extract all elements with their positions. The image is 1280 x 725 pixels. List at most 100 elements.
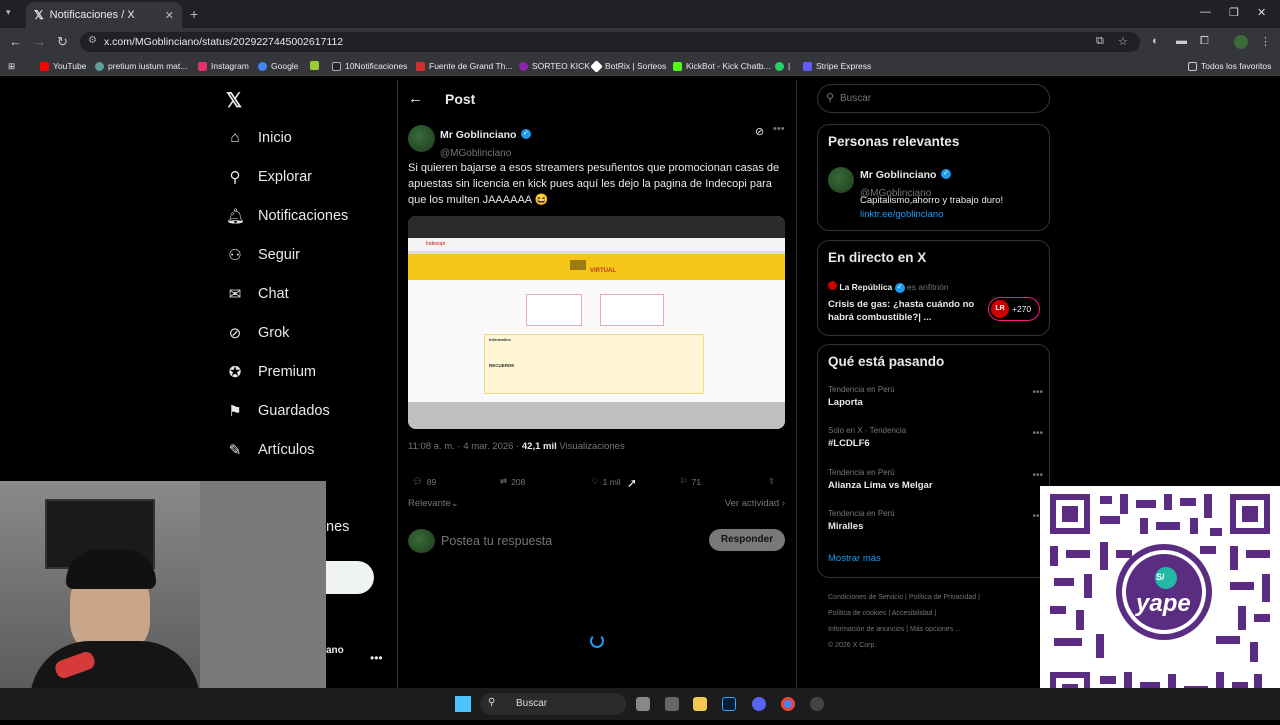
bookmark-instagram[interactable]: Instagram	[198, 61, 249, 71]
all-favorites[interactable]: Todos los favoritos	[1188, 61, 1271, 71]
site-info-icon[interactable]: ⚙	[88, 35, 97, 46]
footer-link[interactable]: Política de cookies	[828, 610, 886, 617]
relevant-avatar[interactable]	[828, 167, 854, 193]
bookmark-botrix[interactable]: BotRix | Sorteos	[590, 59, 666, 73]
repost-button[interactable]: ⇄ 208	[500, 476, 525, 487]
file-explorer-icon[interactable]	[693, 697, 707, 711]
taskbar-search[interactable]: ⚲ Buscar	[480, 693, 626, 715]
bookmark-sorteo-kick[interactable]: SORTEO KICK	[519, 61, 590, 71]
grok-explain-icon[interactable]: ⊘	[755, 125, 764, 138]
back-arrow-icon[interactable]: ←	[408, 90, 423, 107]
reply-submit-button[interactable]: Responder	[709, 529, 785, 551]
tab-list-icon[interactable]: ▾	[6, 7, 11, 18]
chrome-icon[interactable]	[781, 697, 795, 711]
reply-button[interactable]: 💬︎ 89	[412, 476, 436, 487]
extensions-puzzle-icon[interactable]: ⧠	[1200, 35, 1209, 48]
windows-start-icon[interactable]	[455, 696, 471, 712]
close-tab-icon[interactable]: ✕	[165, 9, 174, 22]
sidebar-item-guardados[interactable]: ⚑ Guardados	[226, 402, 329, 420]
restore-icon[interactable]: ❐	[1229, 6, 1239, 19]
apps-icon[interactable]: ⊞	[8, 61, 15, 72]
trend-more-icon[interactable]: •••	[1032, 470, 1043, 481]
share-button[interactable]: ⇪	[768, 476, 775, 487]
star-icon[interactable]: ☆	[1118, 35, 1128, 48]
footer-link[interactable]: Política de Privacidad	[909, 594, 976, 601]
trend-more-icon[interactable]: •••	[1032, 387, 1043, 398]
app2-icon[interactable]	[810, 697, 824, 711]
view-activity-link[interactable]: Ver actividad ›	[725, 498, 785, 509]
bookmark-gta[interactable]: Fuente de Grand Th...	[416, 61, 512, 71]
profile-avatar[interactable]	[1234, 35, 1248, 49]
sidebar-item-premium[interactable]: ✪ Premium	[226, 363, 316, 381]
post-image[interactable]: Indecopi VIRTUAL Informativo RECUERDE	[408, 216, 785, 429]
x-logo-icon[interactable]: 𝕏	[226, 88, 242, 113]
sidebar-item-more-label[interactable]: nes	[326, 519, 349, 535]
relevant-bio: Capitalismo,ahorro y trabajo duro!	[860, 195, 1004, 206]
tab-notificaciones[interactable]: 𝕏 Notificaciones / X ✕	[26, 2, 182, 28]
like-button[interactable]: ♡ 1 mil	[591, 476, 621, 487]
sidebar-item-articulos[interactable]: ✎ Artículos	[226, 441, 315, 459]
forward-icon[interactable]: →	[33, 34, 46, 49]
sidebar-item-chat[interactable]: ✉ Chat	[226, 285, 289, 303]
sort-dropdown[interactable]: Relevante⌄	[408, 498, 459, 509]
minimize-icon[interactable]: —	[1200, 6, 1211, 18]
bookmark-google[interactable]: Google	[258, 61, 298, 71]
address-bar[interactable]: ⚙ x.com/MGoblinciano/status/202922744500…	[80, 32, 1140, 52]
footer-link[interactable]: Información de anuncios	[828, 626, 904, 633]
views-label: Visualizaciones	[559, 441, 625, 452]
extension-icon[interactable]: ◐	[1152, 35, 1159, 47]
reply-composer: Postea tu respuesta Responder	[408, 528, 785, 554]
new-tab-icon[interactable]: +	[190, 6, 198, 22]
relevant-link[interactable]: linktr.ee/goblinciano	[860, 209, 943, 220]
install-icon[interactable]: ⧉	[1096, 35, 1104, 48]
author-avatar[interactable]	[408, 125, 435, 152]
reply-input[interactable]: Postea tu respuesta	[441, 534, 552, 548]
sidebar-item-explorar[interactable]: ⚲ Explorar	[226, 168, 313, 186]
bookmark-stripe[interactable]: Stripe Express	[803, 61, 871, 71]
account-menu-icon[interactable]: •••	[370, 651, 383, 665]
task-view-icon[interactable]	[636, 697, 650, 711]
sidebar-item-notificaciones[interactable]: 🔔︎ Notificaciones	[226, 207, 348, 225]
trend-item[interactable]: Tendencia en Perú Alianza Lima vs Melgar •…	[828, 468, 1043, 491]
close-window-icon[interactable]: ✕	[1257, 6, 1266, 19]
app-icon[interactable]	[665, 697, 679, 711]
live-listeners[interactable]: LR +270	[988, 297, 1040, 321]
footer-link[interactable]: Accesibilidad	[892, 610, 933, 617]
my-avatar[interactable]	[408, 529, 435, 553]
bookmark-button[interactable]: ⚐ 71	[680, 476, 701, 487]
footer-link[interactable]: Más opciones ...	[910, 626, 961, 633]
sidebar-item-grok[interactable]: ⊘ Grok	[226, 324, 290, 342]
reload-icon[interactable]: ↻	[57, 34, 68, 50]
author-info[interactable]: Mr Goblinciano ✓ @MGoblinciano	[440, 125, 531, 161]
show-more-link[interactable]: Mostrar más	[828, 553, 881, 564]
bookmark-10notificaciones[interactable]: 10Notificaciones	[332, 61, 407, 71]
trend-more-icon[interactable]: •••	[1032, 428, 1043, 439]
sidebar-item-seguir[interactable]: ⚇ Seguir	[226, 246, 300, 264]
trend-item[interactable]: Tendencia en Perú Laporta •••	[828, 385, 1043, 408]
bookmark-unnamed[interactable]	[310, 61, 319, 70]
author-handle[interactable]: @MGoblinciano	[440, 148, 511, 159]
trend-item[interactable]: Tendencia en Perú Miralles •••	[828, 509, 1043, 532]
live-source[interactable]: La República ✓ es anfitrión	[828, 281, 949, 293]
repost-icon: ⇄	[500, 476, 508, 486]
extension2-icon[interactable]: ▬	[1176, 35, 1187, 47]
sidebar-item-inicio[interactable]: ⌂ Inicio	[226, 129, 291, 146]
bookmark-whatsapp[interactable]: |	[775, 61, 790, 71]
back-icon[interactable]: ←	[9, 34, 22, 49]
bookmark-youtube[interactable]: YouTube	[40, 61, 86, 71]
photoshop-icon[interactable]	[722, 697, 736, 711]
footer-link[interactable]: Condiciones de Servicio	[828, 594, 903, 601]
search-input[interactable]: ⚲ Buscar	[817, 84, 1050, 113]
bookmark-pretium[interactable]: pretium iustum mat...	[95, 61, 187, 71]
account-name-cut[interactable]: ano	[326, 645, 344, 656]
mouse-cursor-icon: ➚	[627, 476, 638, 490]
menu-dots-icon[interactable]: ⋮	[1260, 35, 1271, 48]
post-time[interactable]: 11:08 a. m. · 4 mar. 2026 ·	[408, 441, 519, 452]
more-options-icon[interactable]: •••	[773, 123, 785, 135]
live-text[interactable]: Crisis de gas: ¿hasta cuándo no habrá co…	[828, 298, 978, 324]
post-button[interactable]	[326, 561, 374, 594]
author-name[interactable]: Mr Goblinciano	[440, 129, 516, 141]
discord-icon[interactable]	[752, 697, 766, 711]
trend-item[interactable]: Solo en X · Tendencia #LCDLF6 •••	[828, 426, 1043, 449]
bookmark-kickbot[interactable]: KickBot - Kick Chatb...	[673, 61, 771, 71]
